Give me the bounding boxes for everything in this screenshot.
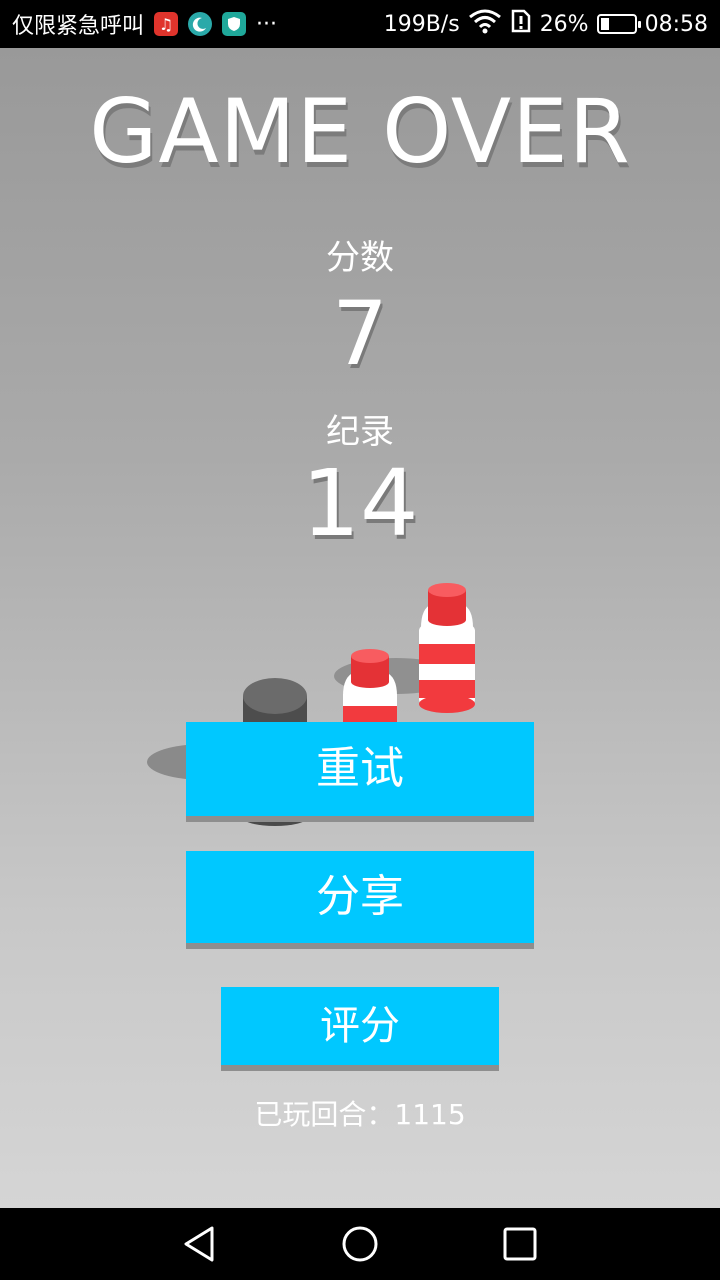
clock: 08:58 [644,11,708,37]
moon-app-icon [188,12,213,36]
rounds-played-label: 已玩回合： [254,1098,395,1131]
navigation-bar [0,1208,720,1280]
recents-icon[interactable] [500,1224,540,1264]
network-speed: 199B/s [383,11,460,37]
battery-icon [596,14,641,34]
bottle-tall [419,583,475,713]
status-bar: 仅限紧急呼叫 ♫ ··· 199B/s 26% 08:58 [0,0,720,48]
home-icon[interactable] [340,1224,380,1264]
retry-button[interactable]: 重试 [186,722,534,816]
battery-level-fill [600,18,609,30]
game-over-title: GAME OVER [89,80,631,183]
music-app-icon: ♫ [154,12,179,36]
wifi-icon [468,8,502,40]
svg-text:♫: ♫ [159,15,173,34]
sim-alert-icon [510,8,532,40]
battery-percent: 26% [539,11,589,37]
rounds-played-value: 1115 [394,1098,466,1131]
share-button[interactable]: 分享 [186,851,534,943]
emergency-calls-text: 仅限紧急呼叫 [12,14,145,39]
more-notifications-icon: ··· [256,11,277,37]
score-value: 7 [332,282,388,385]
rate-button[interactable]: 评分 [221,987,499,1065]
game-over-screen: GAME OVER 分数 7 纪录 14 重试 分享 评分 已玩回合：1115 [0,48,720,1208]
best-score-value: 14 [301,450,419,557]
back-icon[interactable] [180,1224,220,1264]
status-right: 199B/s 26% 08:58 [384,0,708,48]
score-label: 分数 [326,238,394,278]
best-score-label: 纪录 [326,412,394,452]
shield-app-icon [222,12,247,36]
rounds-played: 已玩回合：1115 [0,1093,720,1133]
status-left: 仅限紧急呼叫 ♫ ··· [12,0,277,48]
bottle-short [343,649,397,722]
phone-screen: 仅限紧急呼叫 ♫ ··· 199B/s 26% 08:58 GAME OVER … [0,0,720,1280]
